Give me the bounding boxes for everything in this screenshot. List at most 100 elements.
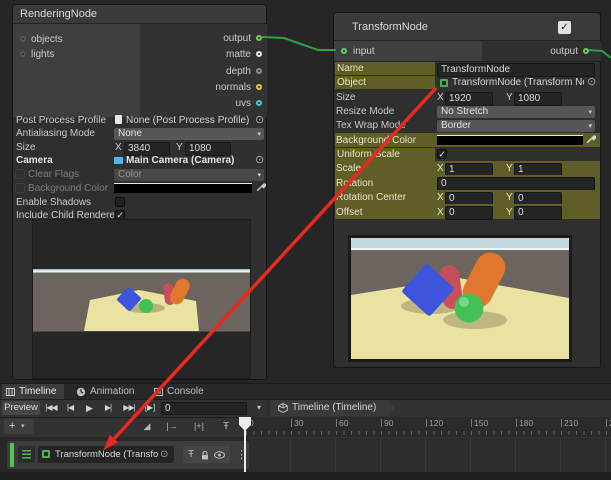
tab-console[interactable]: Console: [150, 384, 208, 400]
size-x-label: X: [437, 91, 444, 104]
object-picker-icon[interactable]: ⊙: [160, 449, 168, 460]
offset-x-field[interactable]: 0: [445, 206, 493, 220]
offset-y-field[interactable]: 0: [514, 206, 562, 220]
tab-animation[interactable]: Animation: [72, 384, 140, 400]
track-object-field[interactable]: TransformNode (Transform ⊙: [38, 446, 174, 463]
eyedropper-icon[interactable]: [256, 182, 266, 192]
prop-label-background-color: Background Color: [28, 182, 112, 195]
resize-mode-value: No Stretch: [441, 106, 488, 117]
eye-icon[interactable]: [214, 451, 225, 459]
name-field[interactable]: TransformNode: [437, 63, 595, 77]
chevron-down-icon[interactable]: ▾: [252, 401, 266, 415]
pin-icon[interactable]: Ŧ: [218, 419, 234, 434]
prop-label-antialiasing: Antialiasing Mode: [16, 127, 112, 140]
port-uvs-label: uvs: [153, 97, 251, 110]
previous-frame-button[interactable]: |◀: [62, 401, 78, 415]
rendering-node-preview: [32, 219, 251, 379]
ruler-tick-label: 210: [564, 418, 578, 428]
preview-toggle-button[interactable]: Preview: [2, 401, 40, 415]
rendering-node-title[interactable]: RenderingNode: [13, 5, 266, 24]
prop-label-object: Object: [335, 76, 435, 89]
skip-to-end-button[interactable]: ▶▶|: [119, 401, 139, 415]
timeline-bottom-strip: [0, 472, 611, 480]
track-type-icon: [18, 446, 35, 463]
console-icon: [154, 388, 163, 396]
rendered-scene-image: [351, 238, 569, 359]
enable-shadows-checkbox[interactable]: [115, 197, 125, 207]
antialiasing-dropdown[interactable]: None ▾: [114, 128, 264, 140]
background-color-swatch[interactable]: [437, 135, 583, 145]
clear-flags-dropdown[interactable]: Color ▾: [114, 169, 264, 181]
object-picker-icon[interactable]: ⊙: [587, 77, 596, 88]
node-enabled-checkbox[interactable]: ✓: [558, 21, 571, 34]
transform-node-panel[interactable]: TransformNode ✓ input output Name Transf…: [333, 12, 601, 368]
add-track-button[interactable]: + ▾: [4, 419, 34, 434]
prop-value-post-process[interactable]: None (Post Process Profile): [126, 114, 252, 127]
port-normals[interactable]: [256, 84, 262, 90]
port-objects[interactable]: [20, 36, 26, 42]
chevron-down-icon: ▾: [257, 130, 261, 139]
background-color-swatch[interactable]: [114, 183, 252, 193]
skip-to-start-button[interactable]: |◀◀: [42, 401, 60, 415]
background-color-checkbox[interactable]: [15, 183, 25, 193]
port-lights[interactable]: [20, 51, 26, 57]
timeline-icon: [6, 388, 15, 396]
camera-icon: [114, 157, 123, 164]
object-picker-icon[interactable]: ⊙: [255, 155, 264, 166]
size-x-field[interactable]: 1920: [445, 92, 493, 106]
ruler-tick-label: 120: [429, 418, 443, 428]
prop-label-uniform-scale: Uniform Scale: [335, 148, 435, 161]
tex-wrap-dropdown[interactable]: Border ▾: [437, 120, 595, 132]
pin-icon[interactable]: Ŧ: [188, 446, 194, 463]
port-matte[interactable]: [256, 51, 262, 57]
prop-label-clear-flags: Clear Flags: [28, 168, 112, 181]
port-output[interactable]: [583, 48, 589, 54]
object-picker-icon[interactable]: ⊙: [255, 115, 264, 126]
transform-node-preview: [348, 235, 572, 362]
lock-icon[interactable]: [201, 451, 209, 460]
clip-edit-mode-icon[interactable]: |→: [162, 419, 182, 434]
rendering-node-panel[interactable]: RenderingNode objects lights output matt…: [12, 4, 267, 380]
track-object-label: TransformNode (Transform: [55, 446, 158, 463]
prop-label-size: Size: [16, 141, 112, 154]
play-button[interactable]: ▶: [81, 401, 97, 415]
port-objects-label: objects: [31, 33, 63, 46]
eyedropper-icon[interactable]: [586, 134, 596, 144]
rotation-field[interactable]: 0: [437, 177, 595, 191]
next-frame-button[interactable]: ▶|: [100, 401, 116, 415]
frame-number-field[interactable]: 0: [161, 402, 247, 415]
port-output[interactable]: [256, 35, 262, 41]
clip-mix-mode-icon[interactable]: |+|: [188, 419, 210, 434]
play-range-button[interactable]: [▶]: [141, 401, 159, 415]
chevron-down-icon: ▾: [588, 122, 592, 131]
prop-label-offset: Offset: [336, 206, 434, 219]
breadcrumb-label: Timeline (Timeline): [292, 400, 376, 416]
port-depth[interactable]: [256, 68, 262, 74]
offset-x-label: X: [437, 206, 444, 219]
curves-view-icon[interactable]: ◢: [138, 419, 156, 434]
port-lights-label: lights: [31, 48, 54, 61]
wire-rendering-to-transform[interactable]: [262, 37, 336, 50]
port-input[interactable]: [341, 48, 347, 54]
scale-y-label: Y: [506, 162, 513, 175]
prop-value-camera[interactable]: Main Camera (Camera): [126, 154, 252, 167]
scale-x-label: X: [437, 162, 444, 175]
timeline-ruler[interactable]: 0 30 60 90 120 150 180 210 240: [245, 417, 611, 437]
transform-node-object-icon: [42, 450, 50, 458]
size-y-field[interactable]: 1080: [514, 92, 562, 106]
prop-label-rotation: Rotation: [336, 177, 434, 190]
resize-mode-dropdown[interactable]: No Stretch ▾: [437, 106, 595, 118]
chevron-down-icon: ▾: [21, 419, 25, 434]
tab-console-label: Console: [167, 384, 204, 400]
track-lane[interactable]: [249, 437, 611, 472]
uniform-scale-checkbox[interactable]: ✓: [437, 149, 447, 159]
port-uvs[interactable]: [256, 100, 262, 106]
object-field[interactable]: TransformNode (Transform Node: [452, 76, 584, 89]
track-header[interactable]: TransformNode (Transform ⊙ Ŧ ⋮: [7, 441, 249, 469]
clock-icon: [76, 387, 86, 397]
port-depth-label: depth: [153, 65, 251, 78]
timeline-asset-breadcrumb[interactable]: Timeline (Timeline): [271, 400, 395, 416]
clear-flags-checkbox[interactable]: [15, 169, 25, 179]
tab-timeline[interactable]: Timeline: [2, 384, 64, 400]
chevron-down-icon: ▾: [257, 171, 261, 180]
